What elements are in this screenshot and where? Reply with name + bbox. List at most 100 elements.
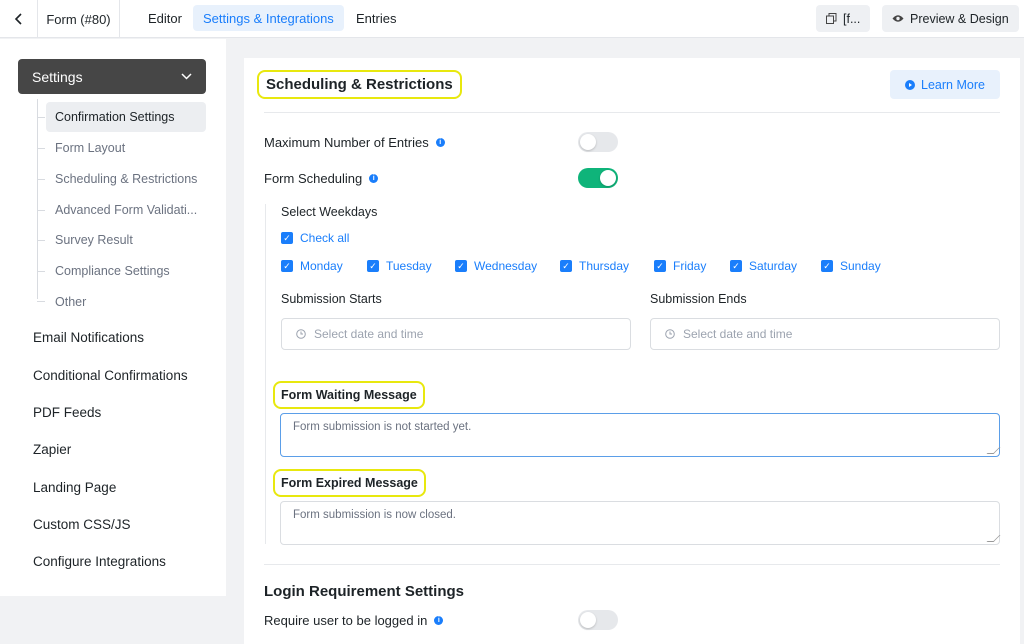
sidebar-item-scheduling-restrictions[interactable]: Scheduling & Restrictions bbox=[46, 164, 206, 194]
sidebar-item-configure-integrations[interactable]: Configure Integrations bbox=[33, 554, 166, 569]
top-bar: Form (#80) Editor Settings & Integration… bbox=[0, 0, 1024, 38]
submenu-tick bbox=[37, 148, 45, 149]
expired-message-text: Form submission is now closed. bbox=[293, 509, 456, 521]
max-entries-label: Maximum Number of Entries bbox=[264, 135, 429, 150]
submenu-tick bbox=[37, 179, 45, 180]
submenu-guide-line bbox=[37, 99, 38, 299]
login-requirement-title: Login Requirement Settings bbox=[264, 583, 465, 600]
play-circle-icon bbox=[905, 79, 916, 90]
submission-ends-label: Submission Ends bbox=[650, 292, 747, 306]
info-icon[interactable]: i bbox=[434, 616, 444, 625]
section-divider bbox=[264, 112, 1000, 113]
weekday-label: Sunday bbox=[840, 259, 881, 273]
back-button[interactable] bbox=[0, 0, 38, 38]
select-weekdays-label: Select Weekdays bbox=[281, 205, 378, 219]
sidebar-item-form-layout[interactable]: Form Layout bbox=[46, 133, 206, 163]
eye-icon bbox=[892, 15, 904, 22]
sidebar-item-email-notifications[interactable]: Email Notifications bbox=[33, 330, 144, 345]
weekday-label: Monday bbox=[300, 259, 343, 273]
settings-sidebar: Settings Confirmation Settings Form Layo… bbox=[0, 39, 226, 596]
checkbox-checked-icon: ✓ bbox=[367, 260, 379, 272]
sidebar-item-custom-css-js[interactable]: Custom CSS/JS bbox=[33, 517, 131, 532]
weekday-label: Tuesday bbox=[386, 259, 432, 273]
checkbox-checked-icon: ✓ bbox=[654, 260, 666, 272]
weekday-label: Saturday bbox=[749, 259, 798, 273]
form-scheduling-toggle[interactable] bbox=[578, 168, 618, 188]
weekday-friday-checkbox[interactable]: ✓ Friday bbox=[654, 259, 706, 273]
submenu-tick bbox=[37, 301, 45, 302]
form-title: Form (#80) bbox=[38, 0, 120, 38]
info-icon[interactable]: i bbox=[435, 138, 445, 147]
form-waiting-message-textarea[interactable]: Form submission is not started yet. bbox=[280, 413, 1001, 457]
form-expired-message-textarea[interactable]: Form submission is now closed. bbox=[280, 501, 1001, 545]
submenu-tick bbox=[37, 117, 45, 118]
tab-editor[interactable]: Editor bbox=[138, 5, 192, 31]
sidebar-item-pdf-feeds[interactable]: PDF Feeds bbox=[33, 405, 101, 420]
checkbox-checked-icon: ✓ bbox=[455, 260, 467, 272]
form-expired-message-label: Form Expired Message bbox=[273, 469, 426, 497]
clock-icon bbox=[296, 329, 306, 339]
checkbox-checked-icon: ✓ bbox=[281, 260, 293, 272]
weekday-sunday-checkbox[interactable]: ✓ Sunday bbox=[821, 259, 881, 273]
submission-starts-input[interactable]: Select date and time bbox=[281, 318, 631, 350]
scheduling-guide-line bbox=[265, 204, 266, 544]
sidebar-item-confirmation-settings[interactable]: Confirmation Settings bbox=[46, 102, 206, 132]
section-title: Scheduling & Restrictions bbox=[257, 70, 462, 99]
max-entries-toggle[interactable] bbox=[578, 132, 618, 152]
date-placeholder: Select date and time bbox=[314, 327, 424, 341]
preview-design-label: Preview & Design bbox=[910, 11, 1009, 26]
form-scheduling-row: Form Scheduling i bbox=[264, 171, 379, 186]
settings-menu-toggle[interactable]: Settings bbox=[18, 59, 206, 94]
form-waiting-message-label: Form Waiting Message bbox=[273, 381, 425, 409]
form-scheduling-label: Form Scheduling bbox=[264, 171, 363, 186]
copy-icon bbox=[826, 13, 837, 24]
learn-more-label: Learn More bbox=[921, 77, 985, 92]
info-icon[interactable]: i bbox=[369, 174, 379, 183]
section-divider bbox=[264, 564, 1000, 565]
learn-more-button[interactable]: Learn More bbox=[890, 70, 1000, 99]
require-login-label: Require user to be logged in bbox=[264, 613, 428, 628]
date-placeholder: Select date and time bbox=[683, 327, 793, 341]
submenu-tick bbox=[37, 271, 45, 272]
resize-handle-icon[interactable] bbox=[986, 535, 1001, 542]
weekday-label: Thursday bbox=[579, 259, 630, 273]
submission-starts-label: Submission Starts bbox=[281, 292, 382, 306]
settings-menu-label: Settings bbox=[32, 68, 83, 85]
weekday-monday-checkbox[interactable]: ✓ Monday bbox=[281, 259, 343, 273]
waiting-message-text: Form submission is not started yet. bbox=[293, 421, 472, 433]
tab-settings-integrations[interactable]: Settings & Integrations bbox=[193, 5, 344, 31]
sidebar-item-survey-result[interactable]: Survey Result bbox=[46, 225, 206, 255]
submission-ends-input[interactable]: Select date and time bbox=[650, 318, 1000, 350]
weekday-wednesday-checkbox[interactable]: ✓ Wednesday bbox=[455, 259, 537, 273]
check-all-label: Check all bbox=[300, 231, 350, 245]
checkbox-checked-icon: ✓ bbox=[730, 260, 742, 272]
resize-handle-icon[interactable] bbox=[986, 447, 1001, 454]
checkbox-checked-icon: ✓ bbox=[821, 260, 833, 272]
tab-entries[interactable]: Entries bbox=[346, 5, 406, 31]
require-login-toggle[interactable] bbox=[578, 610, 618, 630]
sidebar-item-landing-page[interactable]: Landing Page bbox=[33, 480, 116, 495]
preview-design-button[interactable]: Preview & Design bbox=[882, 5, 1019, 32]
chevron-left-icon bbox=[14, 13, 22, 25]
checkbox-checked-icon: ✓ bbox=[281, 232, 293, 244]
sidebar-item-advanced-validation[interactable]: Advanced Form Validati... bbox=[46, 195, 206, 225]
submenu-tick bbox=[37, 210, 45, 211]
shortcode-label: [f... bbox=[843, 11, 861, 26]
weekday-tuesday-checkbox[interactable]: ✓ Tuesday bbox=[367, 259, 432, 273]
require-login-row: Require user to be logged in i bbox=[264, 613, 444, 628]
weekday-saturday-checkbox[interactable]: ✓ Saturday bbox=[730, 259, 797, 273]
weekday-label: Wednesday bbox=[474, 259, 538, 273]
shortcode-button[interactable]: [f... bbox=[816, 5, 871, 32]
weekday-thursday-checkbox[interactable]: ✓ Thursday bbox=[560, 259, 629, 273]
sidebar-item-zapier[interactable]: Zapier bbox=[33, 442, 71, 457]
weekday-label: Friday bbox=[673, 259, 707, 273]
chevron-down-icon bbox=[181, 73, 192, 80]
sidebar-item-compliance-settings[interactable]: Compliance Settings bbox=[46, 256, 206, 286]
submenu-tick bbox=[37, 240, 45, 241]
sidebar-item-conditional-confirmations[interactable]: Conditional Confirmations bbox=[33, 368, 188, 383]
check-all-checkbox[interactable]: ✓ Check all bbox=[281, 231, 349, 245]
max-entries-row: Maximum Number of Entries i bbox=[264, 135, 445, 150]
checkbox-checked-icon: ✓ bbox=[560, 260, 572, 272]
clock-icon bbox=[665, 329, 675, 339]
sidebar-item-other[interactable]: Other bbox=[46, 287, 206, 317]
